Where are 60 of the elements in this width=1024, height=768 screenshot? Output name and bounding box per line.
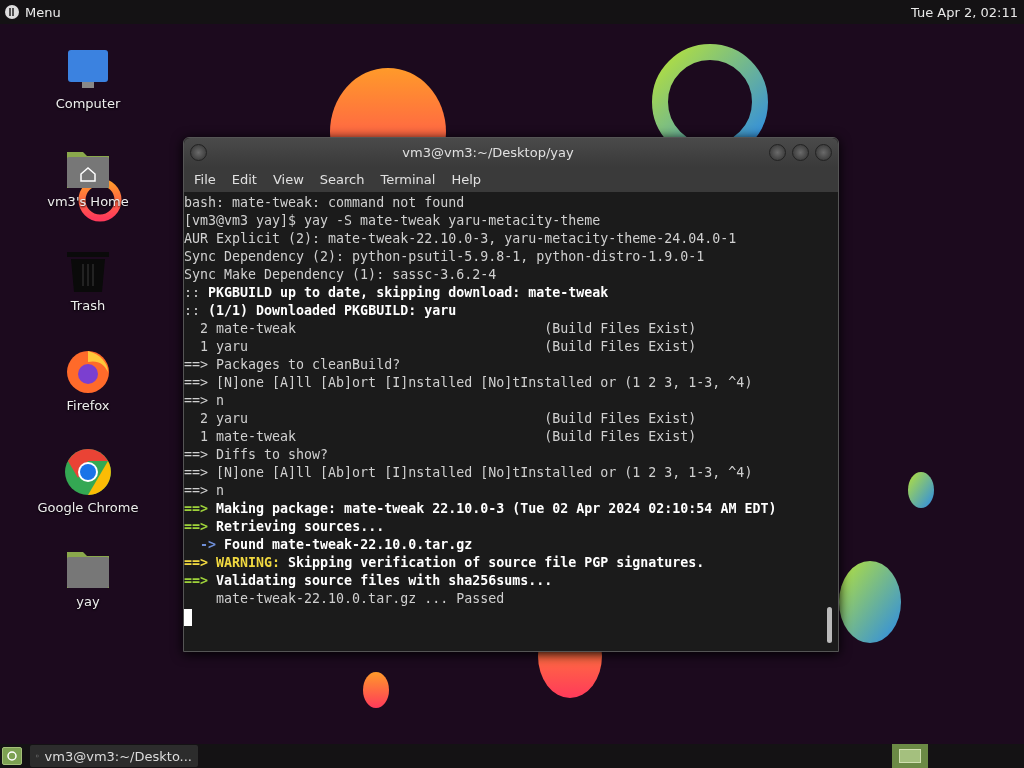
scrollbar-thumb[interactable] [827, 607, 832, 643]
terminal-line: ==> [N]one [A]ll [Ab]ort [I]nstalled [No]tInstalled or (1 2 3, 1-3, ^4) [184, 464, 753, 482]
package-name: mate-tweak [216, 428, 298, 446]
desktop-icon-label[interactable]: Computer [55, 96, 121, 111]
clock[interactable]: Tue Apr 2, 02:11 [911, 4, 1018, 20]
terminal-line: Sync Make Dependency (1): sassc-3.6.2-4 [184, 266, 497, 284]
menu-item[interactable]: View [264, 172, 312, 187]
package-number: 1 [200, 428, 209, 446]
terminal-line: ==> WARNING: Skipping verification of source file PGP signatures. [184, 554, 705, 572]
desktop-icon-label[interactable]: Trash [70, 298, 106, 313]
terminal-line: :: PKGBUILD up to date, skipping download: mate-tweak [184, 284, 609, 302]
terminal-line: AUR Explicit (2): mate-tweak-22.10.0-3, yaru-metacity-theme-24.04.0-1 [184, 230, 737, 248]
desktop-icon-label[interactable]: yay [76, 594, 100, 609]
terminal-line: ==> Retrieving sources... [184, 518, 385, 536]
minimize-button[interactable] [769, 144, 786, 161]
balloon-drawing [908, 472, 934, 508]
window-menu-button[interactable] [190, 144, 207, 161]
package-name: mate-tweak [216, 320, 298, 338]
desktop-icon-label[interactable]: Firefox [66, 398, 110, 413]
terminal-line: ==> Validating source files with sha256sums... [184, 572, 553, 590]
menu-button[interactable]: Menu [2, 4, 63, 20]
menu-item[interactable]: Help [443, 172, 490, 187]
package-number: 2 [200, 320, 209, 338]
terminal-line: bash: mate-tweak: command not found [184, 194, 465, 212]
terminal-line: ==> [N]one [A]ll [Ab]ort [I]nstalled [No]tInstalled or (1 2 3, 1-3, ^4) [184, 374, 753, 392]
maximize-button[interactable] [792, 144, 809, 161]
logo-icon [4, 4, 20, 20]
menu-item[interactable]: File [186, 172, 224, 187]
firefox-icon [65, 348, 111, 394]
package-number: 1 [200, 338, 209, 356]
terminal-line: [vm3@vm3 yay]$ yay -S mate-tweak yaru-metacity-theme [184, 212, 601, 230]
taskbar-window-button[interactable]: vm3@vm3:~/Deskto... [30, 745, 198, 767]
menu-item[interactable]: Edit [223, 172, 265, 187]
terminal-line: ==> Making package: mate-tweak 22.10.0-3 (Tue 02 Apr 2024 02:10:54 AM EDT) [184, 500, 777, 518]
window-title: vm3@vm3:~/Desktop/yay [401, 145, 575, 160]
text-cursor [184, 609, 192, 626]
desktop-icon [7, 751, 17, 761]
terminal-line: -> Found mate-tweak-22.10.0.tar.gz [199, 536, 473, 554]
close-button[interactable] [815, 144, 832, 161]
balloon-drawing [363, 672, 389, 708]
terminal-line: ==> n [184, 482, 225, 500]
desktop-icon-label[interactable]: Google Chrome [37, 500, 139, 515]
terminal-line: :: (1/1) Downloaded PKGBUILD: yaru [184, 302, 457, 320]
terminal-line: ==> Packages to cleanBuild? [184, 356, 401, 374]
chrome-icon [64, 448, 112, 496]
terminal-line: ==> n [184, 392, 225, 410]
package-name: yaru [216, 410, 250, 428]
show-desktop-button[interactable] [2, 747, 22, 765]
terminal-line: Sync Dependency (2): python-psutil-5.9.8-1, python-distro-1.9.0-1 [184, 248, 705, 266]
menu-item[interactable]: Terminal [372, 172, 444, 187]
package-name: yaru [216, 338, 250, 356]
terminal-line: ==> Diffs to show? [184, 446, 329, 464]
package-number: 2 [200, 410, 209, 428]
package-status: (Build Files Exist) [544, 338, 697, 356]
menu-item[interactable]: Search [311, 172, 373, 187]
workspace-switcher[interactable] [892, 744, 928, 768]
package-status: (Build Files Exist) [544, 428, 697, 446]
package-status: (Build Files Exist) [544, 410, 697, 428]
terminal-line: mate-tweak-22.10.0.tar.gz ... Passed [215, 590, 505, 608]
package-status: (Build Files Exist) [544, 320, 697, 338]
